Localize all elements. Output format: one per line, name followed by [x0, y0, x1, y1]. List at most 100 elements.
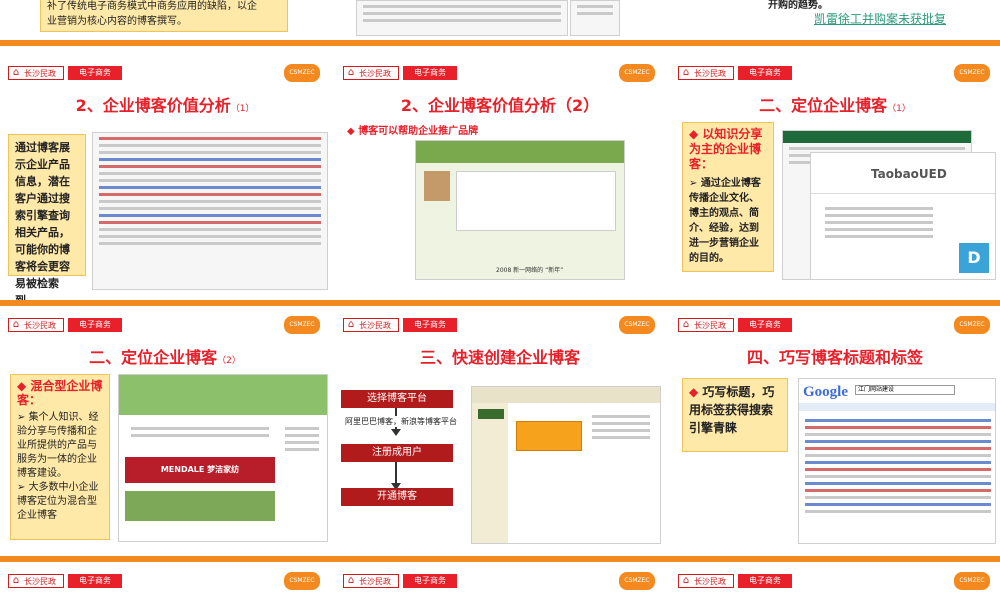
slide-title: 2、企业博客价值分析（1）: [75, 96, 255, 115]
taobao-brand: TaobaoUED: [871, 167, 947, 181]
box-body: ➢ 通过企业博客传播企业文化、博主的观点、简介、经验，达到进一步营销企业的目的。: [689, 178, 761, 264]
course-tag: 电子商务: [403, 574, 457, 588]
slide-title: 三、快速创建企业博客: [419, 348, 580, 367]
house-icon: ⌂: [682, 575, 690, 586]
google-logo: Google: [803, 384, 848, 400]
diamond-bullet-icon: ◆: [689, 385, 699, 399]
course-tag: 电子商务: [738, 574, 792, 588]
logo-text: 长沙民政: [694, 576, 726, 586]
taobao-ued-screenshot: TaobaoUED D: [810, 152, 996, 280]
slide-header: ⌂ 长沙民政 电子商务 CSMZEC: [0, 568, 330, 590]
slide-create-blog[interactable]: ⌂ 长沙民政 电子商务 CSMZEC 三、快速创建企业博客 选择博客平台 阿里巴巴…: [335, 312, 665, 552]
box-item-1: ➢ 集个人知识、经验分享与传播和企业所提供的产品与服务为一体的企业博客建设。: [17, 412, 99, 479]
course-tag: 电子商务: [68, 574, 122, 588]
csmzec-badge: CSMZEC: [284, 64, 320, 82]
step-2-box: 注册成用户: [341, 444, 453, 462]
top-right-link[interactable]: 凯雷徐工并购案未获批复: [814, 10, 946, 27]
logo-badge: ⌂ 长沙民政: [8, 318, 64, 332]
course-tag: 电子商务: [403, 66, 457, 80]
row-divider-1: [0, 40, 1000, 46]
csmzec-badge: CSMZEC: [619, 64, 655, 82]
logo-text: 长沙民政: [694, 68, 726, 78]
logo-badge: ⌂ 长沙民政: [8, 66, 64, 80]
slide-value-analysis-2[interactable]: ⌂ 长沙民政 电子商务 CSMZEC 2、企业博客价值分析（2） ◆ 博客可以帮助…: [335, 60, 665, 300]
course-tag: 电子商务: [738, 318, 792, 332]
house-icon: ⌂: [12, 67, 20, 78]
top-left-textbox: 补了传统电子商务模式中商务应用的缺陷，以企 业营销为核心内容的博客撰写。: [40, 0, 288, 32]
slide-header: ⌂ 长沙民政 电子商务 CSMZEC: [670, 568, 1000, 590]
slide-header: ⌂ 长沙民政 电子商务 CSMZEC: [0, 60, 330, 82]
slide-textbox: 通过博客展示企业产品信息，潜在客户通过搜索引擎查询相关产品，可能你的博客将会更容…: [8, 134, 86, 300]
slide-positioning-2[interactable]: ⌂ 长沙民政 电子商务 CSMZEC 二、定位企业博客（2） ◆ 混合型企业博客：…: [0, 312, 330, 552]
google-search-input[interactable]: 江门网站建设: [855, 385, 955, 395]
course-tag: 电子商务: [738, 66, 792, 80]
house-icon: ⌂: [682, 67, 690, 78]
slide-title-tags[interactable]: ⌂ 长沙民政 电子商务 CSMZEC 四、巧写博客标题和标签 ◆ 巧写标题，巧用标…: [670, 312, 1000, 552]
top-middle-screenshot: [356, 0, 568, 36]
logo-text: 长沙民政: [24, 68, 56, 78]
logo-text: 长沙民政: [694, 320, 726, 330]
logo-badge: ⌂ 长沙民政: [343, 318, 399, 332]
logo-badge: ⌂ 长沙民政: [343, 66, 399, 80]
logo-text: 长沙民政: [359, 576, 391, 586]
logo-badge: ⌂ 长沙民政: [343, 574, 399, 588]
box-item-2: ➢ 大多数中小企业博客定位为混合型企业博客: [17, 482, 99, 521]
logo-badge: ⌂ 长沙民政: [678, 574, 734, 588]
top-middle-sidebar: [570, 0, 620, 36]
slide-header: ⌂ 长沙民政 电子商务 CSMZEC: [335, 568, 665, 590]
slide-title: 四、巧写博客标题和标签: [746, 348, 923, 367]
course-tag: 电子商务: [403, 318, 457, 332]
row-divider-3: [0, 556, 1000, 562]
box-heading: ◆ 以知识分享为主的企业博客：: [689, 127, 763, 171]
csmzec-badge: CSMZEC: [954, 64, 990, 82]
slide-textbox: ◆ 巧写标题，巧用标签获得搜索引擎青睐: [682, 378, 788, 452]
csmzec-badge: CSMZEC: [954, 572, 990, 590]
slide-value-analysis-1[interactable]: ⌂ 长沙民政 电子商务 CSMZEC 2、企业博客价值分析（1） 通过博客展示企业…: [0, 60, 330, 300]
slide-bullet: ◆ 博客可以帮助企业推广品牌: [347, 126, 479, 137]
mixed-blog-screenshot: MENDALE 梦洁家纺: [118, 374, 328, 542]
course-tag: 电子商务: [68, 66, 122, 80]
slide-header: ⌂ 长沙民政 电子商务 CSMZEC: [335, 312, 665, 334]
top-left-text-2: 业营销为核心内容的博客撰写。: [47, 16, 187, 27]
slide-header: ⌂ 长沙民政 电子商务 CSMZEC: [670, 312, 1000, 334]
diamond-bullet-icon: ◆: [17, 379, 27, 393]
logo-badge: ⌂ 长沙民政: [678, 318, 734, 332]
top-left-text-1: 补了传统电子商务模式中商务应用的缺陷，以企: [47, 1, 257, 12]
screenshot-caption: 2008 新一网络的 “新年”: [496, 267, 564, 274]
box-heading: ◆ 混合型企业博客：: [17, 379, 103, 407]
logo-text: 长沙民政: [24, 320, 56, 330]
slide-partial-7[interactable]: ⌂ 长沙民政 电子商务 CSMZEC: [0, 568, 330, 600]
house-icon: ⌂: [12, 319, 20, 330]
slide-partial-8[interactable]: ⌂ 长沙民政 电子商务 CSMZEC: [335, 568, 665, 600]
house-icon: ⌂: [12, 575, 20, 586]
brand-blog-screenshot: 2008 新一网络的 “新年”: [415, 140, 625, 280]
slide-title: 二、定位企业博客（2）: [89, 348, 241, 367]
slide-title: 2、企业博客价值分析（2）: [400, 96, 600, 115]
slide-partial-9[interactable]: ⌂ 长沙民政 电子商务 CSMZEC: [670, 568, 1000, 600]
logo-badge: ⌂ 长沙民政: [678, 66, 734, 80]
row-divider-2: [0, 300, 1000, 306]
down-arrow-icon: [391, 462, 401, 490]
slide-textbox: ◆ 混合型企业博客： ➢ 集个人知识、经验分享与传播和企业所提供的产品与服务为一…: [10, 374, 110, 540]
house-icon: ⌂: [682, 319, 690, 330]
csmzec-badge: CSMZEC: [284, 572, 320, 590]
logo-badge: ⌂ 长沙民政: [8, 574, 64, 588]
blog-admin-screenshot: [471, 386, 661, 544]
house-icon: ⌂: [347, 319, 355, 330]
csmzec-badge: CSMZEC: [619, 316, 655, 334]
slide-positioning-1[interactable]: ⌂ 长沙民政 电子商务 CSMZEC 二、定位企业博客（1） ◆ 以知识分享为主的…: [670, 60, 1000, 300]
diamond-bullet-icon: ◆: [689, 127, 699, 141]
top-row: 补了传统电子商务模式中商务应用的缺陷，以企 业营销为核心内容的博客撰写。 开购的…: [0, 0, 1000, 40]
house-icon: ⌂: [347, 575, 355, 586]
step-note: 阿里巴巴博客，新浪等博客平台: [345, 416, 457, 427]
google-results-screenshot: Google 江门网站建设: [798, 378, 996, 544]
slide-header: ⌂ 长沙民政 电子商务 CSMZEC: [335, 60, 665, 82]
csmzec-badge: CSMZEC: [954, 316, 990, 334]
slide-textbox: ◆ 以知识分享为主的企业博客： ➢ 通过企业博客传播企业文化、博主的观点、简介、…: [682, 122, 774, 272]
banner: MENDALE 梦洁家纺: [125, 457, 275, 483]
logo-text: 长沙民政: [24, 576, 56, 586]
csmzec-badge: CSMZEC: [284, 316, 320, 334]
course-tag: 电子商务: [68, 318, 122, 332]
logo-text: 长沙民政: [359, 68, 391, 78]
slide-header: ⌂ 长沙民政 电子商务 CSMZEC: [0, 312, 330, 334]
